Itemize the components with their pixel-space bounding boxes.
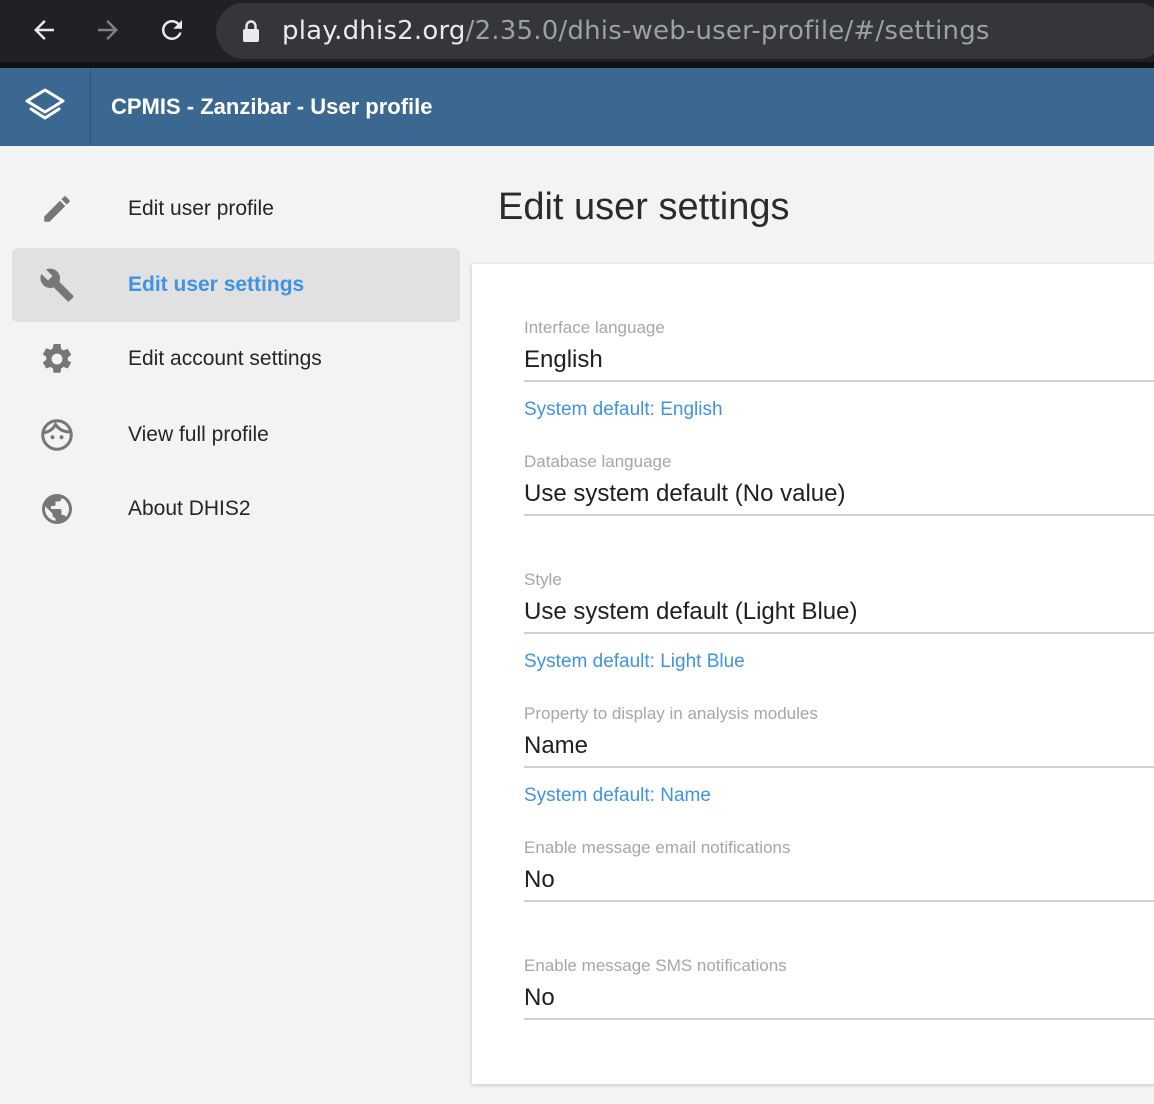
- gear-icon: [38, 340, 76, 378]
- app-title: CPMIS - Zanzibar - User profile: [111, 94, 433, 119]
- url-text: play.dhis2.org/2.35.0/dhis-web-user-prof…: [282, 16, 990, 46]
- sidebar-item-label: View full profile: [128, 423, 269, 446]
- arrow-right-icon: [98, 20, 118, 40]
- field-hint: System default: Light Blue: [524, 651, 745, 672]
- back-button[interactable]: [24, 10, 64, 50]
- sidebar-item-about-dhis2[interactable]: About DHIS2: [12, 472, 460, 546]
- forward-button[interactable]: [88, 10, 128, 50]
- sidebar-item-edit-account-settings[interactable]: Edit account settings: [12, 322, 460, 396]
- apps-menu-button[interactable]: [0, 68, 91, 146]
- sidebar-item-view-full-profile[interactable]: View full profile: [12, 398, 460, 472]
- face-icon: [38, 416, 76, 454]
- sidebar-nav: Edit user profile Edit user settings Edi…: [0, 146, 472, 1104]
- sidebar-item-label: About DHIS2: [128, 497, 251, 520]
- pencil-icon: [38, 190, 76, 228]
- field-hint: System default: English: [524, 399, 723, 420]
- field-label: Interface language: [524, 318, 665, 337]
- interface-language-field[interactable]: Interface language English: [524, 318, 1154, 382]
- field-label: Enable message email notifications: [524, 838, 791, 857]
- sidebar-item-label: Edit user settings: [128, 273, 305, 296]
- analysis-property-field[interactable]: Property to display in analysis modules …: [524, 704, 1154, 768]
- arrow-left-icon: [34, 20, 54, 40]
- dhis2-logo-icon: [25, 88, 65, 120]
- globe-icon: [38, 490, 76, 528]
- app-header: CPMIS - Zanzibar - User profile: [0, 68, 1154, 146]
- page-title: Edit user settings: [498, 186, 790, 228]
- field-label: Enable message SMS notifications: [524, 956, 787, 975]
- email-notifications-field[interactable]: Enable message email notifications No: [524, 838, 1154, 902]
- sidebar-item-edit-user-settings[interactable]: Edit user settings: [12, 248, 460, 322]
- reload-icon: [161, 19, 182, 40]
- field-label: Style: [524, 570, 562, 589]
- email-notifications-select[interactable]: No: [524, 866, 1154, 902]
- sidebar-item-label: Edit user profile: [128, 197, 274, 220]
- sidebar-item-edit-user-profile[interactable]: Edit user profile: [12, 172, 460, 246]
- field-hint: System default: Name: [524, 785, 711, 806]
- field-label: Database language: [524, 452, 672, 471]
- sidebar-item-label: Edit account settings: [128, 347, 322, 370]
- lock-icon: [243, 20, 259, 42]
- database-language-field[interactable]: Database language Use system default (No…: [524, 452, 1154, 516]
- style-field[interactable]: Style Use system default (Light Blue): [524, 570, 1154, 634]
- browser-toolbar: play.dhis2.org/2.35.0/dhis-web-user-prof…: [0, 0, 1154, 62]
- field-label: Property to display in analysis modules: [524, 704, 818, 723]
- address-bar[interactable]: play.dhis2.org/2.35.0/dhis-web-user-prof…: [216, 3, 1154, 59]
- wrench-icon: [38, 266, 76, 304]
- analysis-property-select[interactable]: Name: [524, 732, 1154, 768]
- sms-notifications-field[interactable]: Enable message SMS notifications No: [524, 956, 1154, 1020]
- interface-language-select[interactable]: English: [524, 346, 1154, 382]
- database-language-select[interactable]: Use system default (No value): [524, 480, 1154, 516]
- reload-button[interactable]: [152, 10, 192, 50]
- style-select[interactable]: Use system default (Light Blue): [524, 598, 1154, 634]
- sms-notifications-select[interactable]: No: [524, 984, 1154, 1020]
